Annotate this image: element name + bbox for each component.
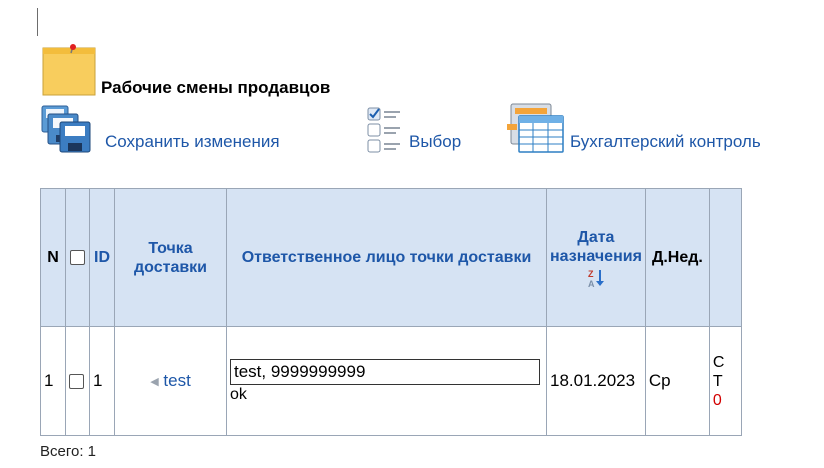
delivery-point-link[interactable]: test	[163, 371, 190, 390]
svg-text:A: A	[588, 279, 595, 288]
cell-n: 1	[40, 326, 66, 436]
responsible-input[interactable]	[230, 359, 540, 385]
save-disk-icon	[41, 105, 91, 153]
col-header-delivery-point[interactable]: Точка доставки	[114, 188, 227, 327]
col-header-weekday[interactable]: Д.Нед.	[644, 188, 710, 327]
total-count: Всего: 1	[40, 443, 97, 460]
cell-more: С Т 0	[708, 326, 742, 436]
save-changes-button[interactable]: Сохранить изменения	[40, 102, 280, 156]
select-button[interactable]: Выбор	[362, 102, 461, 156]
cell-date: 18.01.2023	[546, 326, 646, 436]
col-header-responsible[interactable]: Ответственное лицо точки доставки	[226, 188, 547, 327]
col-header-more	[708, 188, 742, 327]
accounting-control-label: Бухгалтерский контроль	[570, 132, 761, 151]
cell-responsible: ok	[226, 326, 547, 436]
sticky-note-icon	[42, 44, 96, 96]
left-divider	[37, 8, 38, 36]
col-header-date[interactable]: Дата назначения Z A	[546, 188, 646, 327]
checklist-icon	[367, 107, 400, 153]
select-all-checkbox[interactable]	[70, 250, 85, 266]
cell-id: 1	[89, 326, 115, 436]
responsible-note: ok	[230, 386, 247, 403]
col-header-date-label: Дата назначения	[550, 228, 642, 265]
sort-desc-icon[interactable]: Z A	[587, 268, 605, 288]
more-line-2: Т	[712, 372, 723, 390]
page-title: Рабочие смены продавцов	[101, 78, 331, 97]
accounting-control-button[interactable]: Бухгалтерский контроль	[505, 102, 761, 156]
more-line-3: 0	[712, 391, 722, 409]
shifts-table: N ID Точка доставки Ответственное лицо т…	[40, 188, 742, 436]
col-header-select	[65, 188, 90, 327]
cell-select	[65, 326, 90, 436]
row-checkbox[interactable]	[69, 374, 84, 390]
col-header-id[interactable]: ID	[89, 188, 115, 327]
save-changes-label: Сохранить изменения	[105, 132, 280, 151]
svg-text:Z: Z	[588, 269, 594, 279]
more-line-1: С	[712, 353, 725, 371]
spreadsheet-icon	[507, 103, 564, 153]
speaker-icon[interactable]: ◀	[150, 376, 158, 388]
col-header-n: N	[40, 188, 66, 327]
table-header-row: N ID Точка доставки Ответственное лицо т…	[40, 188, 742, 327]
table-row: 1 1 ◀ test ok 18.01.2023 Ср С Т 0	[40, 326, 742, 436]
cell-weekday: Ср	[644, 326, 710, 436]
cell-delivery-point: ◀ test	[114, 326, 227, 436]
toolbar: Сохранить изменения Выбор Бухгалтерский …	[40, 102, 824, 158]
select-label: Выбор	[409, 132, 462, 151]
